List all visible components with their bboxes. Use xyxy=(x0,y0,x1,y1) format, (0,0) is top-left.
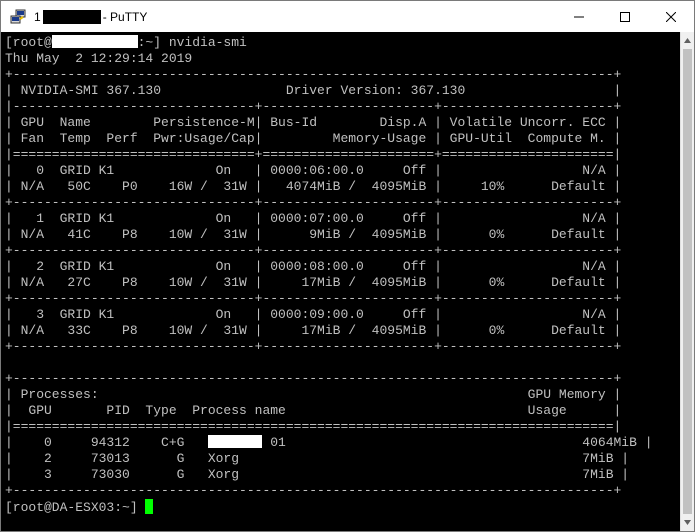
terminal-line: | GPU Name Persistence-M| Bus-Id Disp.A … xyxy=(5,115,621,131)
terminal-text: +-------------------------------+-------… xyxy=(5,195,622,210)
scroll-down-arrow-icon xyxy=(684,520,691,525)
terminal-text: +---------------------------------------… xyxy=(5,371,622,386)
terminal-line: [root@DA-ESX03:~] xyxy=(5,499,154,515)
putty-icon[interactable] xyxy=(10,9,26,25)
terminal-line: | N/A 33C P8 10W / 31W | 17MiB / 4095MiB… xyxy=(5,323,621,339)
terminal-text: :~] nvidia-smi xyxy=(137,35,247,50)
terminal-line: +-------------------------------+-------… xyxy=(5,195,621,211)
terminal-text: 01 4064MiB | xyxy=(262,435,653,450)
terminal-line: |===============================+=======… xyxy=(5,147,621,163)
terminal-line: | 1 GRID K1 On | 0000:07:00.0 Off | N/A … xyxy=(5,211,621,227)
terminal-text: | GPU Name Persistence-M| Bus-Id Disp.A … xyxy=(5,115,622,130)
close-button[interactable] xyxy=(648,1,694,32)
terminal-line: [root@ :~] nvidia-smi xyxy=(5,35,247,51)
terminal-text: | 3 73030 G Xorg 7MiB | xyxy=(5,467,630,482)
title-bar[interactable]: 1 - PuTTY xyxy=(1,1,694,32)
text-cursor xyxy=(145,499,154,514)
terminal-text: | 1 GRID K1 On | 0000:07:00.0 Off | N/A … xyxy=(5,211,622,226)
terminal-text: | GPU PID Type Process name Usage | xyxy=(5,403,622,418)
terminal-text: |-------------------------------+-------… xyxy=(5,99,622,114)
terminal-line: Thu May 2 12:29:14 2019 xyxy=(5,51,192,67)
scroll-thumb[interactable] xyxy=(683,49,692,514)
terminal-text: | N/A 33C P8 10W / 31W | 17MiB / 4095MiB… xyxy=(5,323,622,338)
window-controls xyxy=(556,1,694,32)
terminal-text: [root@ xyxy=(5,35,52,50)
maximize-button[interactable] xyxy=(602,1,648,32)
terminal-line: | Fan Temp Perf Pwr:Usage/Cap| Memory-Us… xyxy=(5,131,621,147)
terminal-text: | Fan Temp Perf Pwr:Usage/Cap| Memory-Us… xyxy=(5,131,622,146)
terminal-line: | NVIDIA-SMI 367.130 Driver Version: 367… xyxy=(5,83,621,99)
terminal-text: | 0 94312 C+G xyxy=(5,435,208,450)
terminal-line: +-------------------------------+-------… xyxy=(5,339,621,355)
terminal-text: | 2 GRID K1 On | 0000:08:00.0 Off | N/A … xyxy=(5,259,622,274)
terminal-text: +-------------------------------+-------… xyxy=(5,339,622,354)
scroll-down-button[interactable] xyxy=(681,514,694,531)
vertical-scrollbar[interactable] xyxy=(680,32,694,531)
terminal-text: | 3 GRID K1 On | 0000:09:00.0 Off | N/A … xyxy=(5,307,622,322)
terminal-line: | Processes: GPU Memory | xyxy=(5,387,621,403)
terminal-output[interactable]: [root@ :~] nvidia-smi Thu May 2 12:29:14 2… xyxy=(1,32,681,531)
scroll-up-button[interactable] xyxy=(681,32,694,49)
terminal-text: +-------------------------------+-------… xyxy=(5,291,622,306)
terminal-line: +---------------------------------------… xyxy=(5,483,621,499)
putty-window: 1 - PuTTY [root@:~] nvidia-smi Thu May … xyxy=(0,0,695,532)
terminal-line: | 3 73030 G Xorg 7MiB | xyxy=(5,467,629,483)
terminal-line: | GPU PID Type Process name Usage | xyxy=(5,403,621,419)
redacted-text xyxy=(51,35,138,48)
terminal-line: | 2 GRID K1 On | 0000:08:00.0 Off | N/A … xyxy=(5,259,621,275)
terminal-text: +---------------------------------------… xyxy=(5,483,622,498)
terminal-text: | N/A 41C P8 10W / 31W | 9MiB / 4095MiB … xyxy=(5,227,622,242)
terminal-line: +---------------------------------------… xyxy=(5,67,621,83)
terminal-text: | 0 GRID K1 On | 0000:06:00.0 Off | N/A … xyxy=(5,163,622,178)
terminal-line: +-------------------------------+-------… xyxy=(5,243,621,259)
terminal-text: | 2 73013 G Xorg 7MiB | xyxy=(5,451,630,466)
terminal-text: | Processes: GPU Memory | xyxy=(5,387,622,402)
redacted-text xyxy=(207,435,263,448)
terminal-text: |=======================================… xyxy=(5,419,622,434)
window-title-app: - PuTTY xyxy=(102,9,148,24)
terminal-line: | 0 GRID K1 On | 0000:06:00.0 Off | N/A … xyxy=(5,163,621,179)
scroll-up-arrow-icon xyxy=(684,38,691,43)
terminal-line: |=======================================… xyxy=(5,419,621,435)
terminal-text: |===============================+=======… xyxy=(5,147,622,162)
terminal-text: Thu May 2 12:29:14 2019 xyxy=(5,51,193,66)
minimize-button[interactable] xyxy=(556,1,602,32)
window-title-prefix: 1 xyxy=(34,9,41,24)
terminal-line: | 2 73013 G Xorg 7MiB | xyxy=(5,451,629,467)
redacted-title xyxy=(42,9,101,24)
minimize-icon xyxy=(574,16,584,17)
terminal-line: +---------------------------------------… xyxy=(5,371,621,387)
shell-prompt: [root@DA-ESX03:~] xyxy=(5,500,146,515)
close-icon xyxy=(666,11,676,22)
terminal-text: | N/A 50C P0 16W / 31W | 4074MiB / 4095M… xyxy=(5,179,622,194)
terminal-line: +-------------------------------+-------… xyxy=(5,291,621,307)
terminal-text: +---------------------------------------… xyxy=(5,67,622,82)
terminal-text: | NVIDIA-SMI 367.130 Driver Version: 367… xyxy=(5,83,622,98)
terminal-text: | N/A 27C P8 10W / 31W | 17MiB / 4095MiB… xyxy=(5,275,622,290)
terminal-line: | N/A 41C P8 10W / 31W | 9MiB / 4095MiB … xyxy=(5,227,621,243)
terminal-line: |-------------------------------+-------… xyxy=(5,99,621,115)
maximize-icon xyxy=(620,11,630,22)
terminal-line: | 0 94312 C+G 01 4064MiB | xyxy=(5,435,653,451)
terminal-text: +-------------------------------+-------… xyxy=(5,243,622,258)
terminal-line: | N/A 27C P8 10W / 31W | 17MiB / 4095MiB… xyxy=(5,275,621,291)
terminal-line: | 3 GRID K1 On | 0000:09:00.0 Off | N/A … xyxy=(5,307,621,323)
terminal-line: | N/A 50C P0 16W / 31W | 4074MiB / 4095M… xyxy=(5,179,621,195)
